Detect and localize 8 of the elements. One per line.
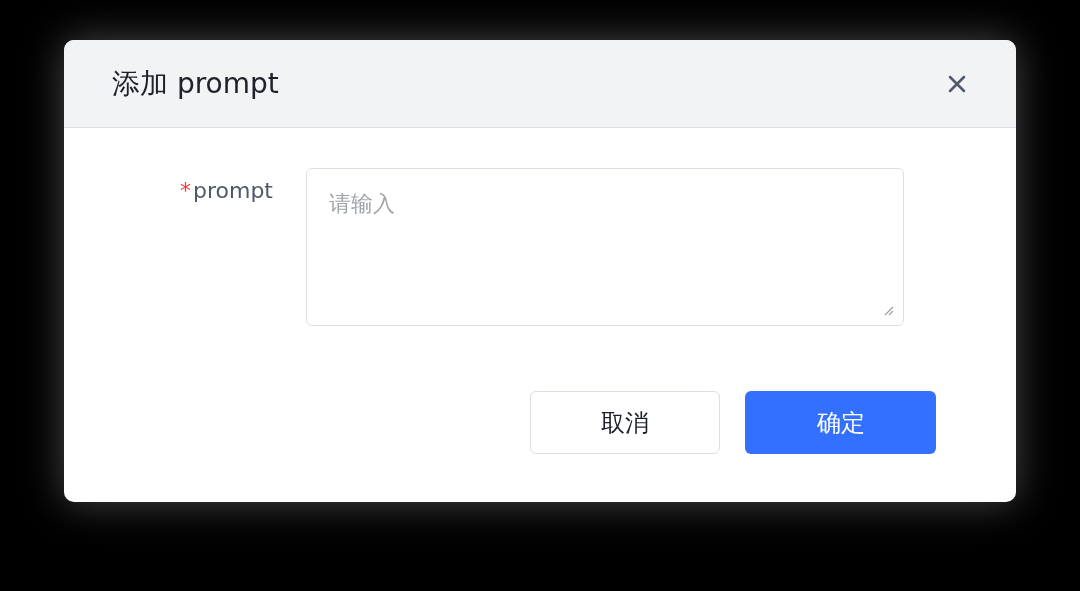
required-asterisk: * (180, 177, 191, 205)
prompt-input[interactable]: 请输入 (306, 168, 904, 326)
dialog-title: 添加 prompt (112, 65, 279, 102)
cancel-button[interactable]: 取消 (530, 391, 720, 454)
close-icon[interactable] (948, 74, 966, 93)
confirm-button[interactable]: 确定 (745, 391, 936, 454)
field-label: prompt (193, 177, 273, 205)
resize-handle-icon[interactable] (882, 304, 894, 316)
